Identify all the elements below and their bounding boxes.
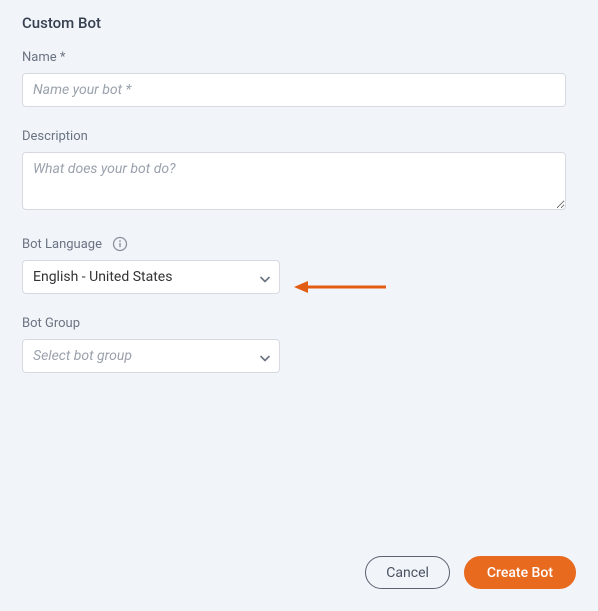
language-selected-value: English - United States: [33, 269, 172, 285]
field-group: Bot Group Select bot group: [22, 316, 576, 373]
language-label: Bot Language: [22, 237, 102, 252]
name-input[interactable]: [22, 73, 566, 107]
info-icon[interactable]: [112, 236, 128, 252]
field-description: Description: [22, 129, 576, 214]
description-label: Description: [22, 129, 576, 144]
group-select[interactable]: Select bot group: [22, 339, 280, 373]
page-title: Custom Bot: [22, 14, 576, 32]
language-select[interactable]: English - United States: [22, 260, 280, 294]
field-language: Bot Language English - United States: [22, 236, 576, 294]
group-placeholder: Select bot group: [33, 348, 132, 364]
footer-actions: Cancel Create Bot: [22, 556, 576, 589]
name-label: Name *: [22, 50, 576, 65]
create-bot-button[interactable]: Create Bot: [464, 556, 576, 589]
cancel-button[interactable]: Cancel: [365, 556, 450, 589]
field-name: Name *: [22, 50, 576, 107]
group-label: Bot Group: [22, 316, 576, 331]
description-input[interactable]: [22, 152, 566, 210]
